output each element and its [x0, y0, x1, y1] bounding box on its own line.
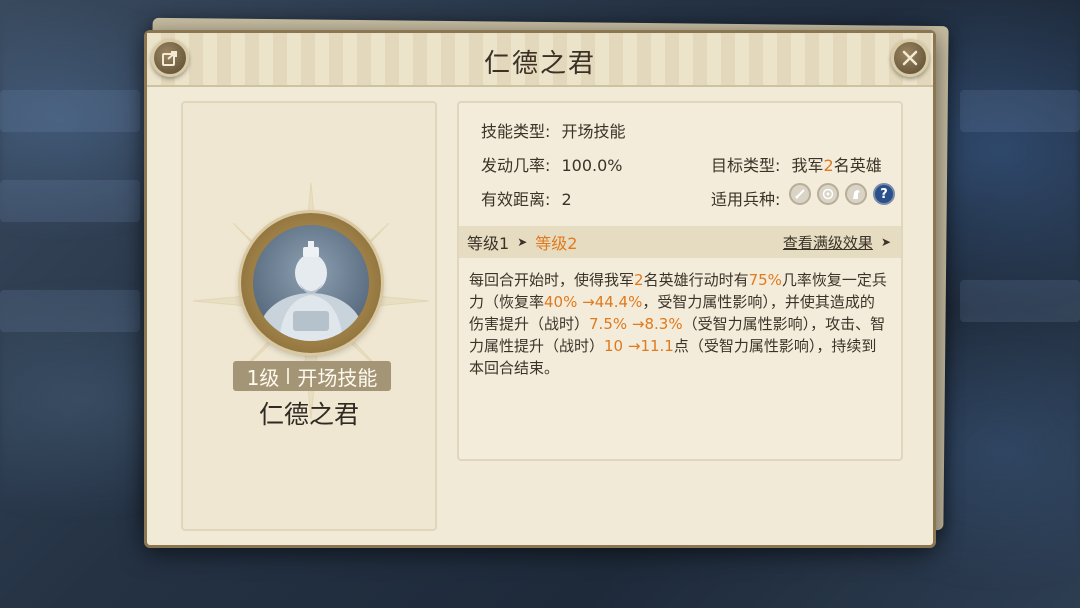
desc-text: 名英雄行动时有 — [643, 271, 749, 289]
horse-icon[interactable] — [845, 183, 867, 205]
skill-type-label: 技能类型: — [481, 122, 551, 141]
skill-details: 技能类型: 开场技能 发动几率: 100.0% 有效距离: 2 目标类型: 我军… — [457, 101, 903, 461]
desc-highlight: 40% →44.4% — [544, 293, 643, 311]
general-portrait-image — [259, 241, 363, 341]
skill-category: 开场技能 — [297, 365, 378, 390]
troop-type-label: 适用兵种: — [711, 190, 781, 209]
skill-card: 1级 开场技能 仁德之君 — [181, 101, 437, 531]
background-menu-item — [960, 280, 1080, 322]
link-arrow-icon: ➤ — [880, 235, 891, 249]
trigger-rate-label: 发动几率: — [481, 156, 551, 175]
dialog-titlebar: 仁德之君 — [147, 33, 933, 87]
desc-highlight: 75% — [748, 271, 782, 289]
sword-icon[interactable] — [789, 183, 811, 205]
level-arrow-icon: ➤ — [517, 235, 528, 249]
desc-highlight: 10 →11.1 — [604, 337, 674, 355]
background-menu-item — [960, 90, 1080, 132]
level2-label: 等级2 — [535, 234, 578, 253]
background-menu-item — [0, 90, 140, 132]
troop-type-icons: ? — [789, 183, 895, 205]
skill-description: 每回合开始时，使得我军2名英雄行动时有75%几率恢复一定兵力（恢复率40% →4… — [469, 269, 889, 379]
range-value: 2 — [561, 190, 572, 209]
target-prefix: 我军 — [791, 156, 824, 175]
desc-highlight: 7.5% →8.3% — [589, 315, 683, 333]
target-type-label: 目标类型: — [711, 156, 781, 175]
trigger-rate-row: 发动几率: 100.0% — [481, 152, 623, 176]
level1-label: 等级1 — [467, 234, 510, 253]
skill-portrait — [241, 213, 381, 353]
target-suffix: 名英雄 — [833, 156, 882, 175]
background-menu-item — [0, 180, 140, 222]
bow-icon[interactable] — [817, 183, 839, 205]
background-menu-item — [0, 290, 140, 332]
level-bar: 等级1 ➤ 等级2 查看满级效果 ➤ — [459, 226, 901, 258]
close-icon — [902, 50, 918, 66]
trigger-rate-value: 100.0% — [561, 156, 623, 175]
view-max-effect-label: 查看满级效果 — [782, 233, 873, 252]
skill-dialog: 仁德之君 1级 开场技能 仁德之君 技能类型: 开场技能 发动几率: 100.0… — [144, 30, 936, 548]
skill-level: 1级 — [246, 365, 280, 390]
skill-type-row: 技能类型: 开场技能 — [481, 118, 626, 142]
close-button[interactable] — [891, 39, 929, 77]
desc-text: 每回合开始时，使得我军 — [469, 271, 635, 289]
range-row: 有效距离: 2 — [481, 186, 572, 210]
skill-type-value: 开场技能 — [561, 122, 626, 141]
target-type-row: 目标类型: 我军2名英雄 — [711, 152, 882, 176]
badge-divider — [287, 368, 290, 384]
desc-highlight: 2 — [634, 271, 644, 289]
target-count: 2 — [823, 156, 834, 175]
dialog-title: 仁德之君 — [483, 49, 596, 79]
range-label: 有效距离: — [481, 190, 551, 209]
skill-level-badge: 1级 开场技能 — [233, 361, 391, 391]
question-icon[interactable]: ? — [873, 183, 895, 205]
view-max-effect-link[interactable]: 查看满级效果 ➤ — [783, 232, 891, 253]
skill-name: 仁德之君 — [258, 400, 359, 429]
